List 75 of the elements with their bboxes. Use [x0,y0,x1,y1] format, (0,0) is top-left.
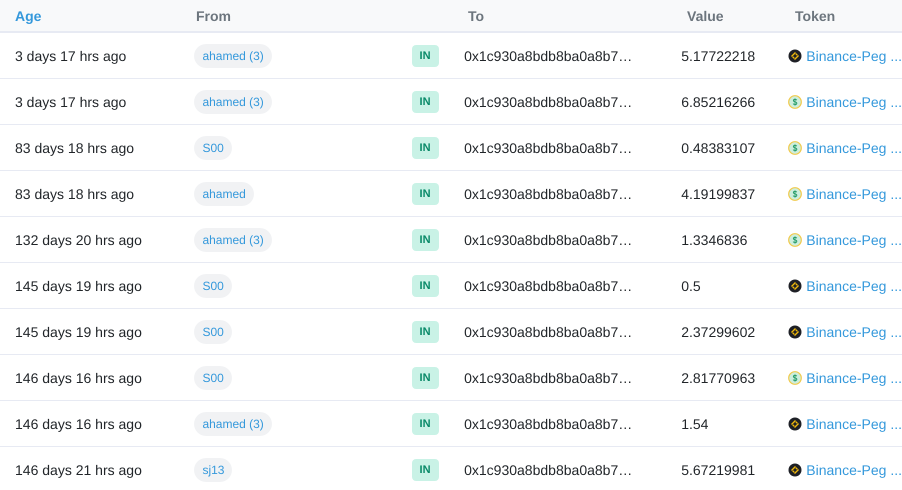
dollar-coin-icon [788,370,802,384]
token-link[interactable]: Binance-Peg ... [806,232,902,248]
coin-icon [788,416,802,430]
value-text: 1.54 [681,416,708,432]
age-text: 132 days 20 hrs ago [15,232,142,248]
token-link[interactable]: Binance-Peg ... [806,324,902,340]
sender-tag[interactable]: ahamed (3) [194,228,272,252]
column-header: From [196,8,232,24]
direction-badge: IN [412,320,439,342]
token-link[interactable]: Binance-Peg ... [806,94,902,110]
token-link[interactable]: Binance-Peg ... [806,278,902,294]
age-text: 3 days 17 hrs ago [15,48,126,64]
direction-badge: IN [412,182,439,204]
sender-tag[interactable]: S00 [194,366,232,390]
coin-icon [788,278,802,292]
dollar-coin-icon [788,140,802,154]
sender-tag[interactable]: S00 [194,136,232,160]
value-text: 4.19199837 [681,186,756,202]
coin-icon [788,48,802,62]
value-text: 0.48383107 [681,140,756,156]
sender-tag[interactable]: sj13 [194,458,232,482]
token-link[interactable]: Binance-Peg ... [806,140,902,156]
value-text: 0.5 [681,278,701,294]
direction-badge: IN [412,90,439,112]
age-text: 145 days 19 hrs ago [15,278,142,294]
age-text: 83 days 18 hrs ago [15,186,134,202]
dollar-coin-icon [788,232,802,246]
sender-tag[interactable]: S00 [194,320,232,344]
age-text: 146 days 21 hrs ago [15,462,142,478]
age-text: 83 days 18 hrs ago [15,140,134,156]
dollar-coin-icon [788,94,802,108]
address-text: 0x1c930a8bdb8ba0a8b7… [464,94,632,110]
direction-badge: IN [412,228,439,250]
age-text: 146 days 16 hrs ago [15,416,142,432]
direction-badge: IN [412,274,439,296]
value-text: 6.85216266 [681,94,756,110]
direction-badge: IN [412,366,439,388]
value-text: 2.81770963 [681,370,756,386]
dollar-coin-icon [788,186,802,200]
token-link[interactable]: Binance-Peg ... [806,370,902,386]
column-header: Token [795,8,836,24]
column-header: Value [687,8,725,24]
address-text: 0x1c930a8bdb8ba0a8b7… [464,232,632,248]
age-text: 146 days 16 hrs ago [15,370,142,386]
value-text: 5.67219981 [681,462,756,478]
sender-tag[interactable]: ahamed (3) [194,90,272,114]
direction-badge: IN [412,458,439,480]
direction-badge: IN [412,44,439,66]
address-text: 0x1c930a8bdb8ba0a8b7… [464,140,632,156]
sender-tag[interactable]: ahamed (3) [194,44,272,68]
address-text: 0x1c930a8bdb8ba0a8b7… [464,278,632,294]
direction-badge: IN [412,136,439,158]
column-header[interactable]: Age [0,8,196,24]
age-text: 145 days 19 hrs ago [15,324,142,340]
token-link[interactable]: Binance-Peg ... [806,186,902,202]
address-text: 0x1c930a8bdb8ba0a8b7… [464,186,632,202]
token-link[interactable]: Binance-Peg ... [806,48,902,64]
age-text: 3 days 17 hrs ago [15,94,126,110]
column-header: To [468,8,486,24]
address-text: 0x1c930a8bdb8ba0a8b7… [464,48,632,64]
token-link[interactable]: Binance-Peg ... [806,416,902,432]
address-text: 0x1c930a8bdb8ba0a8b7… [464,416,632,432]
value-text: 1.3346836 [681,232,748,248]
address-text: 0x1c930a8bdb8ba0a8b7… [464,324,632,340]
sender-tag[interactable]: S00 [194,274,232,298]
coin-icon [788,324,802,338]
sender-tag[interactable]: ahamed [194,182,254,206]
address-text: 0x1c930a8bdb8ba0a8b7… [464,462,632,478]
coin-icon [788,462,802,476]
sender-tag[interactable]: ahamed (3) [194,412,272,436]
value-text: 2.37299602 [681,324,756,340]
value-text: 5.17722218 [681,48,756,64]
token-link[interactable]: Binance-Peg ... [806,462,902,478]
direction-badge: IN [412,412,439,434]
address-text: 0x1c930a8bdb8ba0a8b7… [464,370,632,386]
